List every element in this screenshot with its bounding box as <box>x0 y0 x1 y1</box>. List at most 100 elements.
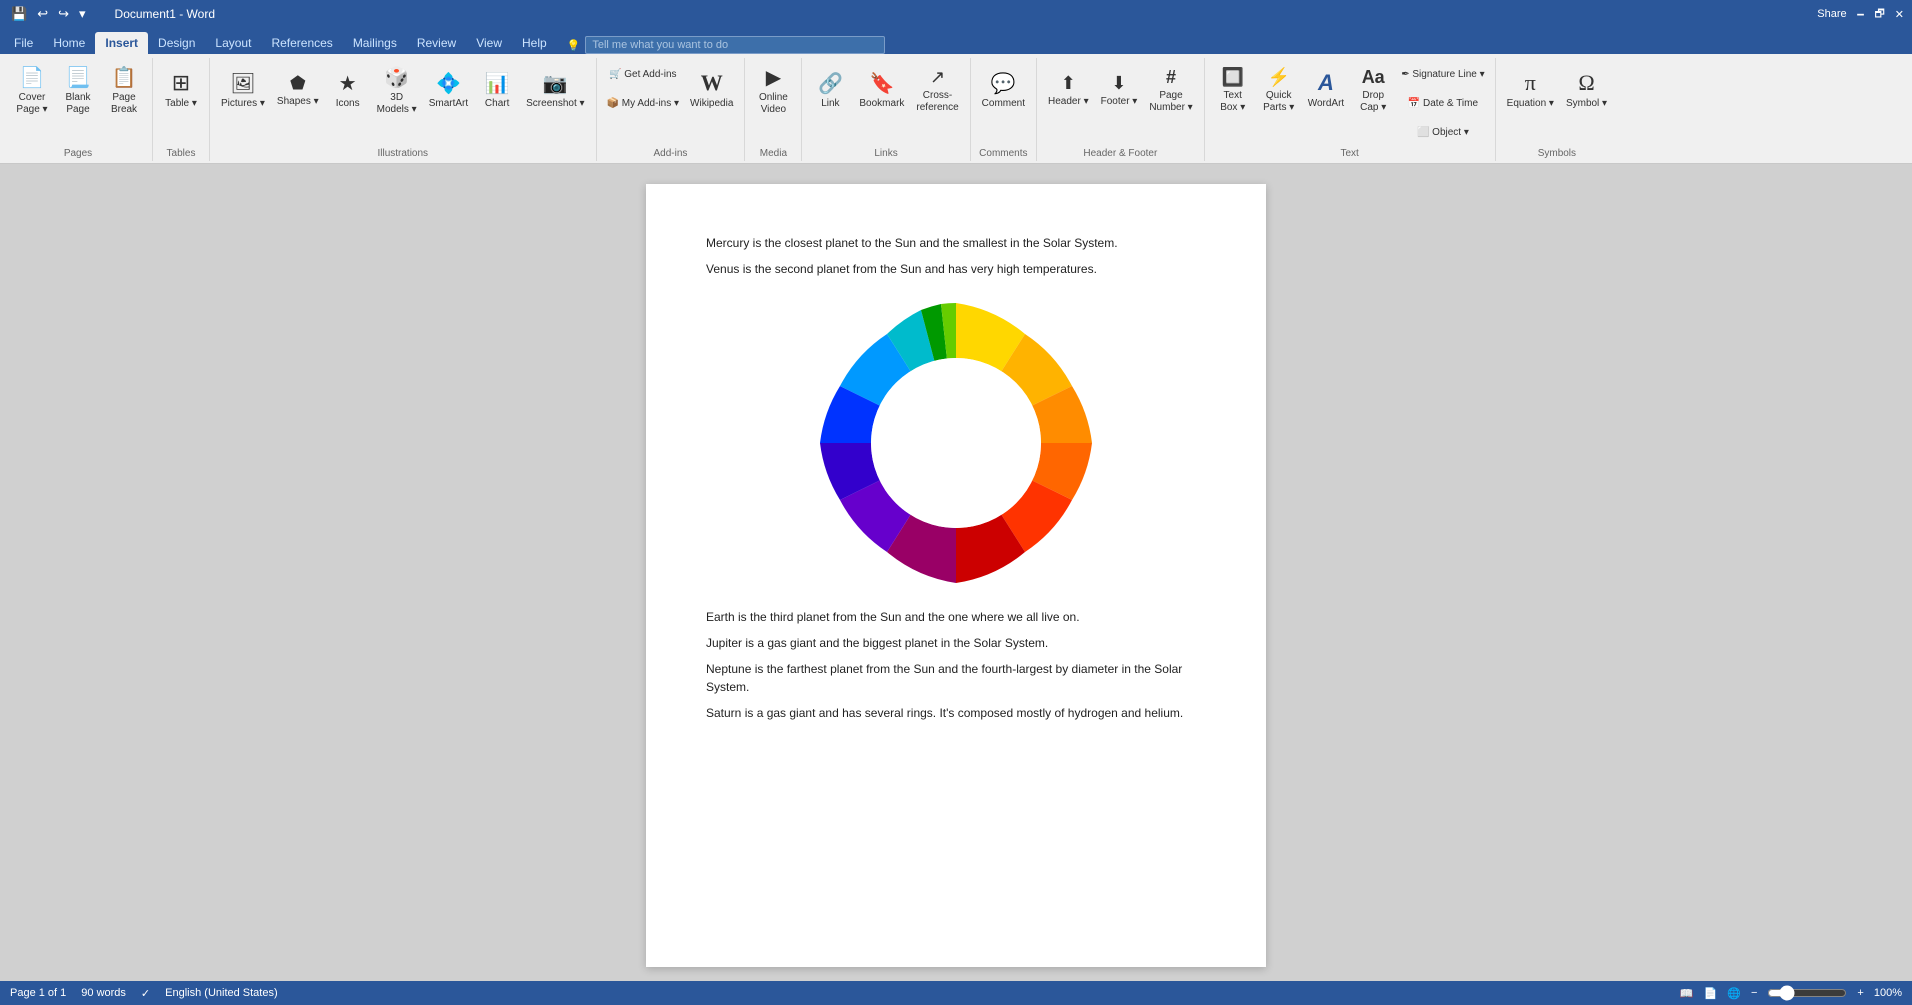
date-time-button[interactable]: 📅 Date & Time <box>1397 89 1488 117</box>
cover-page-icon: 📄 <box>20 65 45 90</box>
document-area: Mercury is the closest planet to the Sun… <box>0 164 1912 987</box>
tab-mailings[interactable]: Mailings <box>343 32 407 54</box>
wikipedia-button[interactable]: W Wikipedia <box>685 60 738 120</box>
blank-page-button[interactable]: 📃 BlankPage <box>56 60 100 120</box>
quick-parts-button[interactable]: ⚡ QuickParts ▾ <box>1257 60 1301 120</box>
equation-button[interactable]: π Equation ▾ <box>1502 60 1559 120</box>
tab-insert[interactable]: Insert <box>95 32 148 54</box>
smartart-button[interactable]: 💠 SmartArt <box>424 60 473 120</box>
tab-references[interactable]: References <box>261 32 342 54</box>
title-bar-right: Share 🗕 🗗 ✕ <box>1817 5 1904 24</box>
paragraph-neptune: Neptune is the farthest planet from the … <box>706 660 1206 696</box>
status-right: 📖 📄 🌐 − + 100% <box>1680 985 1902 1001</box>
status-left: Page 1 of 1 90 words ✓ English (United S… <box>10 987 278 1000</box>
3d-models-button[interactable]: 🎲 3DModels ▾ <box>372 60 422 120</box>
tab-layout[interactable]: Layout <box>205 32 261 54</box>
my-addins-button[interactable]: 📦 My Add-ins ▾ <box>603 89 684 117</box>
search-input[interactable] <box>585 36 885 54</box>
tab-file[interactable]: File <box>4 32 43 54</box>
signature-line-button[interactable]: ✒ Signature Line ▾ <box>1397 60 1488 88</box>
header-footer-items: ⬆ Header ▾ ⬇ Footer ▾ # PageNumber ▾ <box>1043 60 1198 146</box>
doc-title: Document1 - Word <box>115 7 215 21</box>
ribbon-tabs: File Home Insert Design Layout Reference… <box>0 28 1912 54</box>
shapes-button[interactable]: ⬟ Shapes ▾ <box>272 60 324 120</box>
bookmark-button[interactable]: 🔖 Bookmark <box>854 60 909 120</box>
customize-qa-button[interactable]: ▾ <box>76 5 89 23</box>
comment-button[interactable]: 💬 Comment <box>977 60 1030 120</box>
title-bar: 💾 ↩ ↪ ▾ Document1 - Word Share 🗕 🗗 ✕ <box>0 0 1912 28</box>
links-items: 🔗 Link 🔖 Bookmark ↗ Cross-reference <box>808 60 963 146</box>
symbol-button[interactable]: Ω Symbol ▾ <box>1561 60 1612 120</box>
cover-page-button[interactable]: 📄 CoverPage ▾ <box>10 60 54 120</box>
wordart-icon: A <box>1318 70 1334 96</box>
ribbon-group-addins: 🛒 Get Add-ins 📦 My Add-ins ▾ W Wikipedia… <box>597 58 746 161</box>
tables-label: Tables <box>167 148 196 159</box>
undo-button[interactable]: ↩ <box>34 5 51 23</box>
zoom-level[interactable]: 100% <box>1874 987 1902 999</box>
text-box-button[interactable]: 🔲 TextBox ▾ <box>1211 60 1255 120</box>
chart-button[interactable]: 📊 Chart <box>475 60 519 120</box>
save-button[interactable]: 💾 <box>8 5 30 23</box>
symbol-icon: Ω <box>1578 70 1594 96</box>
close-button[interactable]: ✕ <box>1895 8 1904 21</box>
zoom-in-button[interactable]: + <box>1857 987 1863 999</box>
get-addins-button[interactable]: 🛒 Get Add-ins <box>603 60 684 88</box>
tab-home[interactable]: Home <box>43 32 95 54</box>
ribbon-group-text: 🔲 TextBox ▾ ⚡ QuickParts ▾ A WordArt Aa … <box>1205 58 1496 161</box>
pages-items: 📄 CoverPage ▾ 📃 BlankPage 📋 PageBreak <box>10 60 146 146</box>
screenshot-button[interactable]: 📷 Screenshot ▾ <box>521 60 589 120</box>
tab-view[interactable]: View <box>466 32 512 54</box>
wordart-button[interactable]: A WordArt <box>1303 60 1350 120</box>
object-icon: ⬜ Object ▾ <box>1417 127 1469 138</box>
page-number-button[interactable]: # PageNumber ▾ <box>1144 60 1197 120</box>
proofing-icon[interactable]: ✓ <box>141 987 150 1000</box>
page-info: Page 1 of 1 <box>10 987 66 999</box>
shapes-icon: ⬟ <box>290 73 306 94</box>
page-break-button[interactable]: 📋 PageBreak <box>102 60 146 120</box>
page-break-icon: 📋 <box>112 65 137 90</box>
tab-design[interactable]: Design <box>148 32 205 54</box>
redo-button[interactable]: ↪ <box>55 5 72 23</box>
screenshot-icon: 📷 <box>543 71 568 96</box>
online-video-button[interactable]: ▶ OnlineVideo <box>751 60 795 120</box>
table-button[interactable]: ⊞ Table ▾ <box>159 60 203 120</box>
color-wheel <box>811 298 1101 588</box>
blank-page-icon: 📃 <box>66 65 91 90</box>
language[interactable]: English (United States) <box>165 987 278 999</box>
share-button[interactable]: Share <box>1817 8 1846 20</box>
link-icon: 🔗 <box>818 71 843 96</box>
pages-label: Pages <box>64 148 92 159</box>
footer-button[interactable]: ⬇ Footer ▾ <box>1096 60 1143 120</box>
minimize-button[interactable]: 🗕 <box>1857 5 1865 24</box>
addins-items: 🛒 Get Add-ins 📦 My Add-ins ▾ W Wikipedia <box>603 60 739 146</box>
signature-line-icon: ✒ Signature Line ▾ <box>1401 69 1484 80</box>
title-bar-left: 💾 ↩ ↪ ▾ Document1 - Word <box>8 5 215 23</box>
drop-cap-button[interactable]: Aa DropCap ▾ <box>1351 60 1395 120</box>
link-button[interactable]: 🔗 Link <box>808 60 852 120</box>
media-items: ▶ OnlineVideo <box>751 60 795 146</box>
print-layout-icon[interactable]: 📄 <box>1704 987 1718 1000</box>
word-count: 90 words <box>81 987 126 999</box>
text-right-col: ✒ Signature Line ▾ 📅 Date & Time ⬜ Objec… <box>1397 60 1488 146</box>
tab-review[interactable]: Review <box>407 32 466 54</box>
web-layout-icon[interactable]: 🌐 <box>1727 987 1741 1000</box>
get-addins-icon: 🛒 Get Add-ins <box>609 69 676 80</box>
ribbon-group-links: 🔗 Link 🔖 Bookmark ↗ Cross-reference Link… <box>802 58 970 161</box>
text-box-icon: 🔲 <box>1221 67 1243 88</box>
maximize-button[interactable]: 🗗 <box>1874 5 1884 24</box>
paragraph-mercury: Mercury is the closest planet to the Sun… <box>706 234 1206 252</box>
zoom-out-button[interactable]: − <box>1751 987 1757 999</box>
ribbon-group-comments: 💬 Comment Comments <box>971 58 1037 161</box>
text-items: 🔲 TextBox ▾ ⚡ QuickParts ▾ A WordArt Aa … <box>1211 60 1489 146</box>
read-mode-icon[interactable]: 📖 <box>1680 987 1694 1000</box>
document-page[interactable]: Mercury is the closest planet to the Sun… <box>646 184 1266 967</box>
icons-button[interactable]: ★ Icons <box>326 60 370 120</box>
object-button[interactable]: ⬜ Object ▾ <box>1397 118 1488 146</box>
chart-icon: 📊 <box>485 71 510 96</box>
ribbon-group-media: ▶ OnlineVideo Media <box>745 58 802 161</box>
zoom-slider[interactable] <box>1767 985 1847 1001</box>
cross-reference-button[interactable]: ↗ Cross-reference <box>911 60 963 120</box>
header-button[interactable]: ⬆ Header ▾ <box>1043 60 1094 120</box>
tab-help[interactable]: Help <box>512 32 557 54</box>
pictures-button[interactable]: 🖼 Pictures ▾ <box>216 60 270 120</box>
